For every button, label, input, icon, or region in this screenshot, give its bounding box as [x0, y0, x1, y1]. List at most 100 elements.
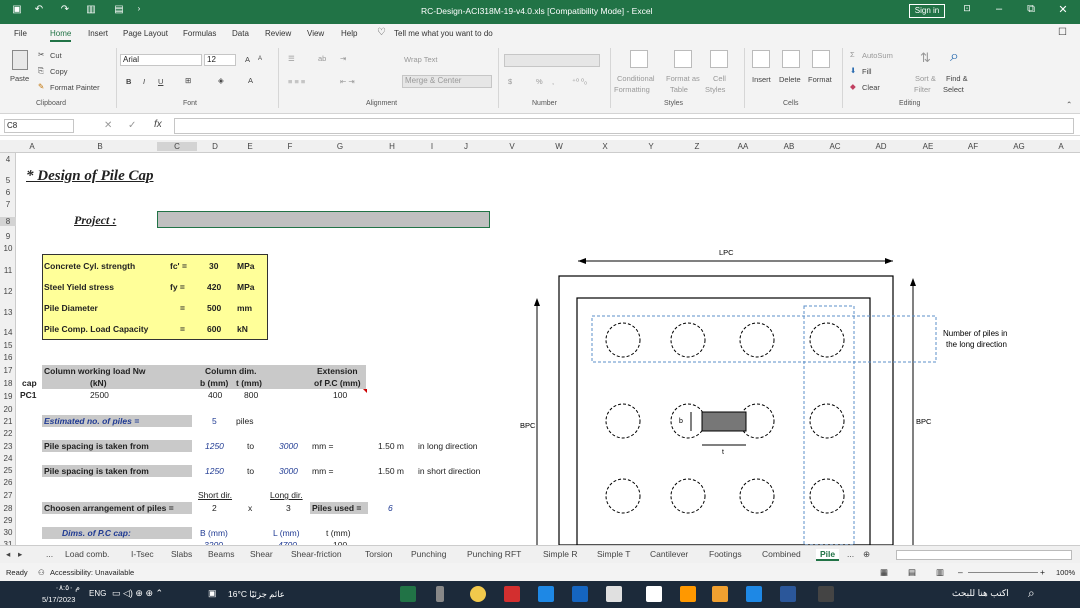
currency-icon[interactable]: $ — [508, 77, 512, 86]
row-header[interactable]: 5 — [0, 176, 16, 185]
tab-slabs[interactable]: Slabs — [171, 549, 192, 559]
indent-icon[interactable]: ⇥ — [340, 54, 346, 63]
tab-cantilever[interactable]: Cantilever — [650, 549, 688, 559]
column-header[interactable]: AC — [825, 142, 845, 151]
prev-sheet-icon[interactable]: ◂ — [6, 549, 10, 560]
app-e-icon[interactable] — [746, 586, 762, 602]
column-header[interactable]: A — [26, 142, 38, 151]
tab-home[interactable]: Home — [50, 29, 72, 42]
paste-icon[interactable] — [12, 50, 28, 70]
row-header[interactable]: 28 — [0, 504, 16, 513]
orientation-icon[interactable]: ab — [318, 54, 326, 63]
decimal-icon[interactable]: ⁺⁰ ⁰₀ — [572, 77, 587, 86]
accessibility-icon[interactable]: ⚇ — [38, 568, 45, 577]
clock-date[interactable]: 5/17/2023 — [42, 595, 75, 604]
row-header[interactable]: 6 — [0, 188, 16, 197]
input-value[interactable]: 600 — [207, 324, 221, 334]
row-header[interactable]: 4 — [0, 155, 16, 164]
column-header[interactable]: G — [320, 142, 360, 151]
autosum-icon[interactable]: Σ — [850, 50, 855, 59]
tab-pile[interactable]: Pile — [816, 549, 840, 561]
comma-button[interactable]: , — [552, 77, 554, 86]
search-icon[interactable]: ⌕ — [1028, 586, 1035, 601]
insert-button[interactable]: Insert — [752, 75, 771, 84]
row-header[interactable]: 25 — [0, 466, 16, 475]
acrobat-app-icon[interactable] — [504, 586, 520, 602]
row-header[interactable]: 15 — [0, 341, 16, 350]
sign-in-button[interactable]: Sign in — [909, 4, 945, 18]
clock-time[interactable]: م ٠٨:٥٠ — [55, 583, 80, 592]
word-app-icon[interactable] — [780, 586, 796, 602]
comment-indicator-icon[interactable] — [363, 389, 367, 393]
column-header[interactable]: Z — [689, 142, 705, 151]
find-select-button[interactable]: Find & — [946, 74, 968, 83]
zoom-out-icon[interactable]: – — [958, 567, 963, 577]
tab-page-layout[interactable]: Page Layout — [123, 29, 168, 38]
grow-font-button[interactable]: A — [245, 55, 250, 64]
sort-filter-button[interactable]: Sort & — [915, 74, 936, 83]
input-value[interactable]: 420 — [207, 282, 221, 292]
cap-id[interactable]: PC1 — [20, 390, 37, 400]
format-button[interactable]: Format — [808, 75, 832, 84]
column-header[interactable]: AF — [963, 142, 983, 151]
conditional-formatting-button[interactable]: Conditional — [617, 74, 655, 83]
tab-simple-r[interactable]: Simple R — [543, 549, 577, 559]
decrease-indent-icon[interactable]: ⇤ ⇥ — [340, 77, 355, 86]
system-tray-icons[interactable]: ▭ ◁) ⊕ ⊕ ⌃ — [112, 588, 163, 599]
minimize-icon[interactable]: – — [990, 3, 1008, 15]
shrink-font-button[interactable]: A — [258, 56, 262, 62]
row-header[interactable]: 16 — [0, 353, 16, 362]
ribbon-display-icon[interactable]: ⊡ — [958, 3, 976, 14]
format-as-table-button[interactable]: Format as — [666, 74, 700, 83]
row-header[interactable]: 12 — [0, 287, 16, 296]
save-as-icon[interactable]: ▤ — [112, 4, 126, 18]
insert-cells-icon[interactable] — [752, 50, 770, 68]
delete-cells-icon[interactable] — [782, 50, 800, 68]
copy-icon[interactable]: ⎘ — [38, 66, 44, 76]
row-header[interactable]: 24 — [0, 454, 16, 463]
row-header[interactable]: 30 — [0, 528, 16, 537]
tab-beams[interactable]: Beams — [208, 549, 234, 559]
tab-punching[interactable]: Punching — [411, 549, 446, 559]
column-header[interactable]: D — [197, 142, 233, 151]
zoom-level[interactable]: 100% — [1056, 568, 1075, 577]
chrome-app-icon[interactable] — [470, 586, 486, 602]
format-as-table-button-2[interactable]: Table — [670, 85, 688, 94]
zoom-in-icon[interactable]: + — [1040, 567, 1045, 577]
sort-filter-button-2[interactable]: Filter — [914, 85, 931, 94]
column-header[interactable]: AA — [733, 142, 753, 151]
row-header[interactable]: 17 — [0, 366, 16, 375]
tab-review[interactable]: Review — [265, 29, 291, 38]
font-name-select[interactable]: Arial — [120, 54, 202, 66]
row-header[interactable]: 14 — [0, 328, 16, 337]
app-c-icon[interactable] — [538, 586, 554, 602]
cut-icon[interactable]: ✂ — [38, 50, 44, 59]
row-header[interactable]: 21 — [0, 417, 16, 426]
font-color-button[interactable]: A — [248, 76, 253, 85]
format-as-table-icon[interactable] — [674, 50, 692, 68]
tab-file[interactable]: File — [14, 29, 27, 38]
row-header[interactable]: 19 — [0, 392, 16, 401]
tab-insert[interactable]: Insert — [88, 29, 108, 38]
weather-icon[interactable]: ▣ — [208, 588, 217, 599]
app-star-icon[interactable] — [680, 586, 696, 602]
page-break-view-icon[interactable]: ▥ — [936, 567, 944, 578]
row-header[interactable]: 7 — [0, 200, 16, 209]
excel-app-icon[interactable] — [400, 586, 416, 602]
save-icon[interactable]: ▣ — [10, 4, 24, 18]
accessibility-status[interactable]: Accessibility: Unavailable — [50, 568, 134, 577]
borders-icon[interactable]: ⊞ — [185, 76, 191, 85]
copy-button[interactable]: Copy — [50, 67, 68, 76]
app-r2-icon[interactable] — [712, 586, 728, 602]
delete-button[interactable]: Delete — [779, 75, 801, 84]
column-header[interactable]: AG — [1009, 142, 1029, 151]
wrap-text-button[interactable]: Wrap Text — [404, 55, 438, 64]
short-count[interactable]: 2 — [212, 503, 217, 513]
tab-data[interactable]: Data — [232, 29, 249, 38]
tab-shear[interactable]: Shear — [250, 549, 273, 559]
collapse-ribbon-icon[interactable]: ⌃ — [1066, 100, 1072, 109]
tab-combined[interactable]: Combined — [762, 549, 801, 559]
column-header[interactable]: A — [1056, 142, 1066, 151]
row-header[interactable]: 26 — [0, 478, 16, 487]
column-header[interactable]: E — [238, 142, 262, 151]
